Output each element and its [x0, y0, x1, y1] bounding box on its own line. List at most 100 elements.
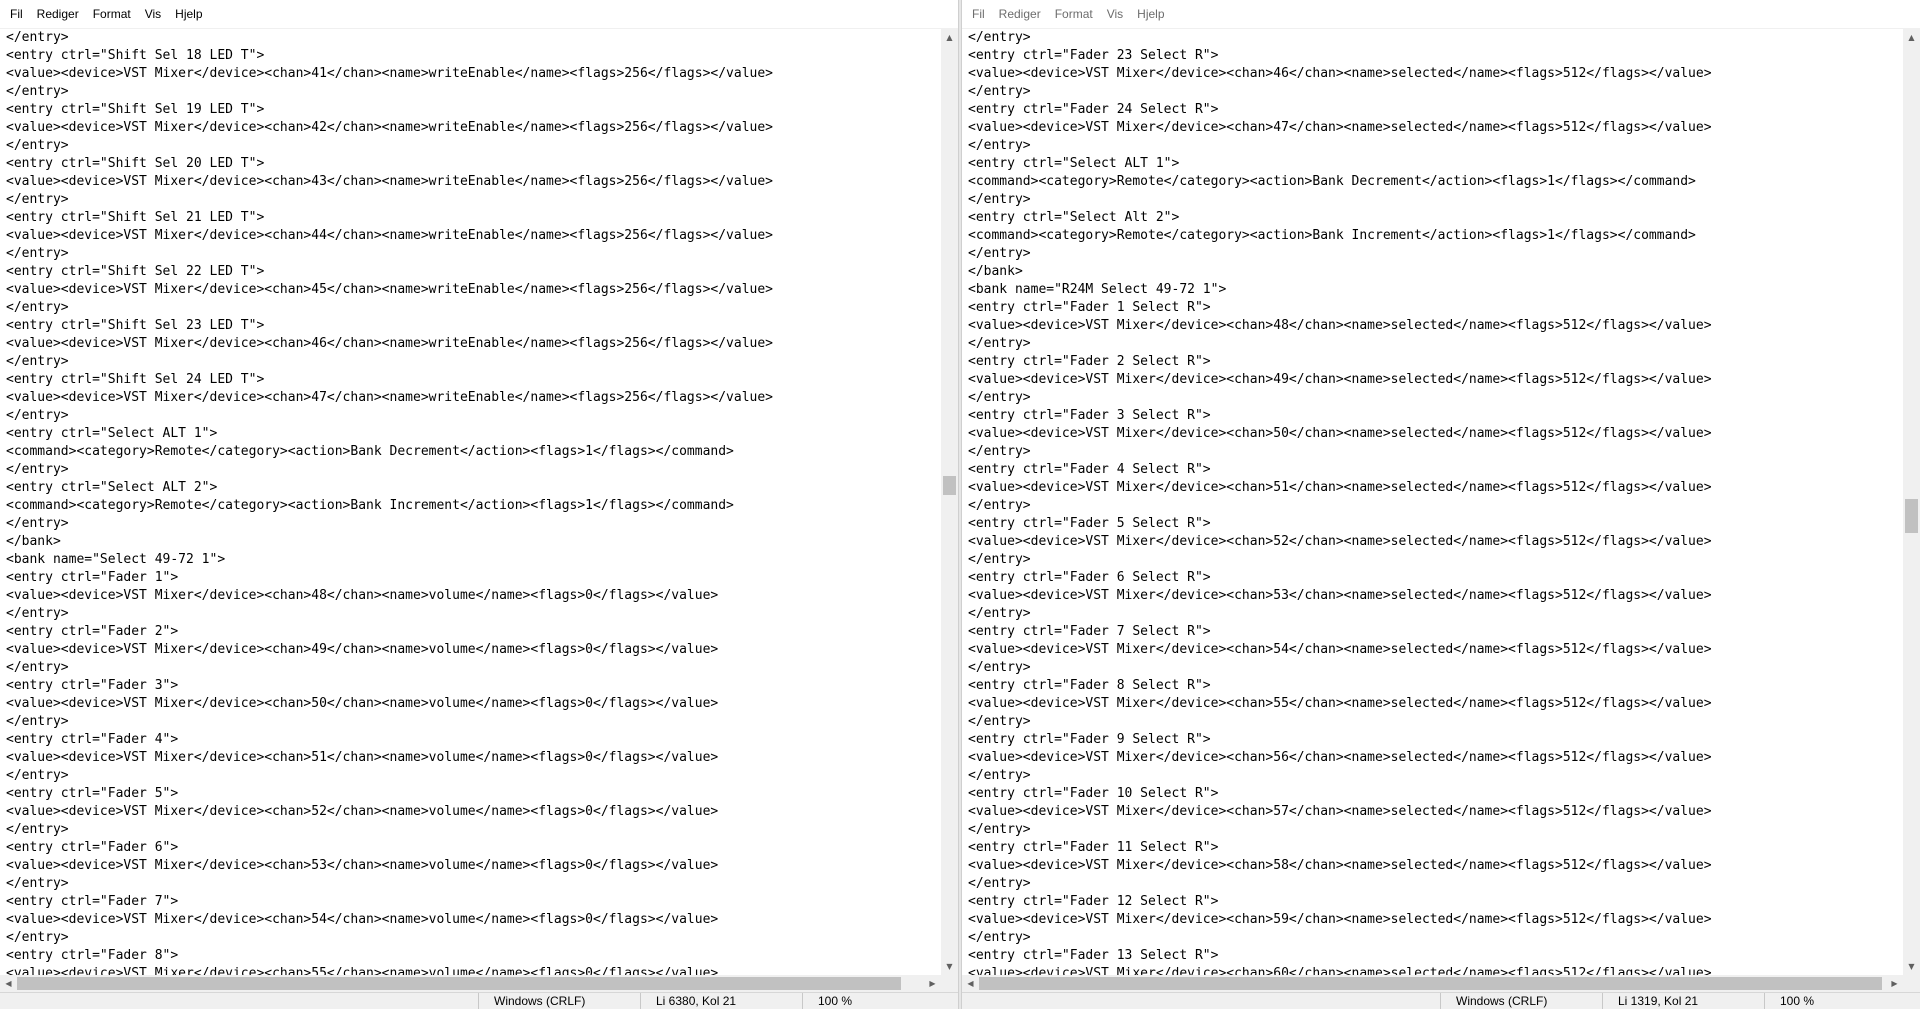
- text-line: <value><device>VST Mixer</device><chan>5…: [968, 534, 1712, 549]
- scroll-right-icon[interactable]: ▶: [1886, 975, 1903, 992]
- text-line: <entry ctrl="Fader 23 Select R">: [968, 48, 1219, 63]
- scrollbar-corner: [941, 975, 958, 992]
- text-line: <entry ctrl="Fader 13 Select R">: [968, 948, 1219, 963]
- scrollbar-corner: [1903, 975, 1920, 992]
- text-line: <entry ctrl="Fader 1">: [6, 570, 179, 585]
- menu-file[interactable]: Fil: [965, 0, 992, 29]
- text-line: </entry>: [968, 138, 1031, 153]
- text-line: <entry ctrl="Fader 3 Select R">: [968, 408, 1211, 423]
- text-line: <entry ctrl="Fader 7">: [6, 894, 179, 909]
- text-line: </entry>: [968, 930, 1031, 945]
- menu-format[interactable]: Format: [1048, 0, 1100, 29]
- scroll-left-icon[interactable]: ◀: [0, 975, 17, 992]
- vertical-scroll-thumb[interactable]: [1905, 499, 1918, 533]
- text-line: <value><device>VST Mixer</device><chan>5…: [6, 696, 719, 711]
- text-line: </entry>: [968, 822, 1031, 837]
- text-line: </entry>: [6, 408, 69, 423]
- menu-edit[interactable]: Rediger: [30, 0, 86, 29]
- menu-file[interactable]: Fil: [3, 0, 30, 29]
- scroll-up-icon[interactable]: ▲: [941, 29, 958, 46]
- menu-help[interactable]: Hjelp: [168, 0, 209, 29]
- text-line: <value><device>VST Mixer</device><chan>4…: [968, 66, 1712, 81]
- scroll-down-icon[interactable]: ▼: [941, 958, 958, 975]
- text-line: <entry ctrl="Select ALT 2">: [6, 480, 218, 495]
- text-line: <entry ctrl="Fader 8 Select R">: [968, 678, 1211, 693]
- text-line: </entry>: [6, 516, 69, 531]
- text-line: </entry>: [968, 498, 1031, 513]
- text-line: <entry ctrl="Shift Sel 21 LED T">: [6, 210, 265, 225]
- text-line: <entry ctrl="Fader 8">: [6, 948, 179, 963]
- text-line: </entry>: [968, 444, 1031, 459]
- text-line: <value><device>VST Mixer</device><chan>5…: [968, 480, 1712, 495]
- text-line: </entry>: [6, 30, 69, 45]
- text-line: </entry>: [968, 336, 1031, 351]
- vertical-scroll-thumb[interactable]: [943, 476, 956, 495]
- text-line: <value><device>VST Mixer</device><chan>4…: [6, 120, 774, 135]
- status-zoom: 100 %: [802, 993, 958, 1009]
- text-line: </entry>: [6, 138, 69, 153]
- text-line: <value><device>VST Mixer</device><chan>5…: [968, 912, 1712, 927]
- text-line: <value><device>VST Mixer</device><chan>5…: [968, 750, 1712, 765]
- text-line: </entry>: [6, 822, 69, 837]
- text-line: </entry>: [968, 714, 1031, 729]
- menu-view[interactable]: Vis: [1100, 0, 1130, 29]
- text-line: <entry ctrl="Fader 9 Select R">: [968, 732, 1211, 747]
- text-line: </entry>: [6, 714, 69, 729]
- scroll-up-icon[interactable]: ▲: [1903, 29, 1920, 46]
- text-line: <entry ctrl="Fader 24 Select R">: [968, 102, 1219, 117]
- text-line: <entry ctrl="Shift Sel 24 LED T">: [6, 372, 265, 387]
- text-line: <entry ctrl="Fader 12 Select R">: [968, 894, 1219, 909]
- menu-bar: Fil Rediger Format Vis Hjelp: [0, 0, 958, 29]
- text-line: <value><device>VST Mixer</device><chan>4…: [6, 336, 774, 351]
- text-line: <entry ctrl="Fader 6 Select R">: [968, 570, 1211, 585]
- text-line: <entry ctrl="Shift Sel 23 LED T">: [6, 318, 265, 333]
- text-line: </entry>: [968, 606, 1031, 621]
- menu-view[interactable]: Vis: [138, 0, 168, 29]
- scroll-left-icon[interactable]: ◀: [962, 975, 979, 992]
- text-line: <command><category>Remote</category><act…: [968, 174, 1696, 189]
- text-line: </entry>: [6, 462, 69, 477]
- text-line: <entry ctrl="Fader 3">: [6, 678, 179, 693]
- text-line: <value><device>VST Mixer</device><chan>4…: [6, 588, 719, 603]
- vertical-scrollbar[interactable]: ▲ ▼: [1903, 29, 1920, 975]
- text-line: </entry>: [968, 768, 1031, 783]
- vertical-scrollbar[interactable]: ▲ ▼: [941, 29, 958, 975]
- text-line: </entry>: [6, 660, 69, 675]
- text-line: <entry ctrl="Select Alt 2">: [968, 210, 1180, 225]
- scroll-right-icon[interactable]: ▶: [924, 975, 941, 992]
- text-line: <entry ctrl="Fader 4 Select R">: [968, 462, 1211, 477]
- horizontal-scrollbar[interactable]: ◀ ▶: [0, 975, 941, 992]
- horizontal-scrollbar[interactable]: ◀ ▶: [962, 975, 1903, 992]
- text-line: <entry ctrl="Fader 5 Select R">: [968, 516, 1211, 531]
- menu-bar: Fil Rediger Format Vis Hjelp: [962, 0, 1920, 29]
- horizontal-scroll-thumb[interactable]: [17, 977, 901, 990]
- text-line: <value><device>VST Mixer</device><chan>6…: [968, 966, 1712, 975]
- status-encoding: Windows (CRLF): [478, 993, 640, 1009]
- horizontal-scroll-thumb[interactable]: [979, 977, 1882, 990]
- text-line: <entry ctrl="Fader 4">: [6, 732, 179, 747]
- menu-edit[interactable]: Rediger: [992, 0, 1048, 29]
- text-line: <value><device>VST Mixer</device><chan>5…: [968, 588, 1712, 603]
- scroll-down-icon[interactable]: ▼: [1903, 958, 1920, 975]
- menu-help[interactable]: Hjelp: [1130, 0, 1171, 29]
- text-editor[interactable]: </entry> <entry ctrl="Fader 23 Select R">…: [962, 29, 1903, 975]
- text-editor[interactable]: </entry> <entry ctrl="Shift Sel 18 LED T"…: [0, 29, 941, 975]
- menu-format[interactable]: Format: [86, 0, 138, 29]
- text-line: <command><category>Remote</category><act…: [6, 444, 734, 459]
- text-line: </entry>: [968, 876, 1031, 891]
- text-line: <value><device>VST Mixer</device><chan>4…: [968, 120, 1712, 135]
- text-line: <entry ctrl="Shift Sel 20 LED T">: [6, 156, 265, 171]
- text-line: <value><device>VST Mixer</device><chan>5…: [6, 804, 719, 819]
- status-cursor-position: Li 6380, Kol 21: [640, 993, 802, 1009]
- text-line: </entry>: [6, 354, 69, 369]
- text-line: </entry>: [968, 552, 1031, 567]
- text-line: </entry>: [968, 246, 1031, 261]
- text-line: <value><device>VST Mixer</device><chan>5…: [968, 642, 1712, 657]
- text-line: </entry>: [6, 246, 69, 261]
- text-line: <bank name="Select 49-72 1">: [6, 552, 226, 567]
- text-line: </entry>: [968, 390, 1031, 405]
- status-encoding: Windows (CRLF): [1440, 993, 1602, 1009]
- text-line: <command><category>Remote</category><act…: [968, 228, 1696, 243]
- text-line: <value><device>VST Mixer</device><chan>4…: [968, 318, 1712, 333]
- status-cursor-position: Li 1319, Kol 21: [1602, 993, 1764, 1009]
